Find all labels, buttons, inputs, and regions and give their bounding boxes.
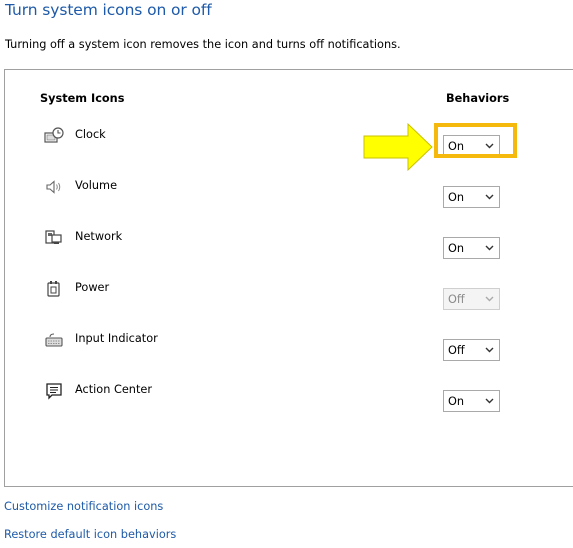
chevron-down-icon bbox=[485, 194, 494, 200]
keyboard-icon bbox=[43, 330, 65, 350]
chevron-down-icon bbox=[485, 245, 494, 251]
row-power: Power Off bbox=[5, 279, 565, 319]
behavior-value-input-indicator: Off bbox=[448, 343, 465, 357]
row-label-power: Power bbox=[75, 281, 110, 294]
row-label-network: Network bbox=[75, 230, 123, 243]
customize-notification-icons-link[interactable]: Customize notification icons bbox=[4, 500, 163, 513]
row-input-indicator: Input Indicator Off bbox=[5, 330, 565, 370]
chevron-down-icon bbox=[485, 296, 494, 302]
row-label-volume: Volume bbox=[75, 179, 118, 192]
system-icons-panel: System Icons Behaviors Clock On Volume O… bbox=[4, 69, 573, 487]
chevron-down-icon bbox=[485, 347, 494, 353]
page-subtitle: Turning off a system icon removes the ic… bbox=[5, 38, 401, 51]
row-label-clock: Clock bbox=[75, 128, 106, 141]
column-header-system-icons: System Icons bbox=[40, 92, 125, 105]
action-center-icon bbox=[43, 381, 65, 401]
behavior-select-network[interactable]: On bbox=[443, 237, 500, 259]
row-label-input-indicator: Input Indicator bbox=[75, 332, 158, 345]
clock-icon bbox=[43, 126, 65, 146]
row-volume: Volume On bbox=[5, 177, 565, 217]
behavior-select-volume[interactable]: On bbox=[443, 186, 500, 208]
behavior-value-power: Off bbox=[448, 292, 465, 306]
power-icon bbox=[43, 279, 65, 299]
behavior-select-input-indicator[interactable]: Off bbox=[443, 339, 500, 361]
behavior-value-action-center: On bbox=[448, 394, 465, 408]
page-title: Turn system icons on or off bbox=[5, 1, 212, 19]
network-icon bbox=[43, 228, 65, 248]
chevron-down-icon bbox=[485, 398, 494, 404]
behavior-value-volume: On bbox=[448, 190, 465, 204]
behavior-select-power: Off bbox=[443, 288, 500, 310]
behavior-value-network: On bbox=[448, 241, 465, 255]
row-label-action-center: Action Center bbox=[75, 383, 152, 396]
volume-icon bbox=[43, 177, 65, 197]
column-header-behaviors: Behaviors bbox=[446, 92, 510, 105]
yellow-arrow-icon bbox=[363, 122, 433, 172]
row-network: Network On bbox=[5, 228, 565, 268]
restore-default-icon-behaviors-link[interactable]: Restore default icon behaviors bbox=[4, 528, 176, 541]
highlight-box bbox=[434, 123, 517, 158]
row-action-center: Action Center On bbox=[5, 381, 565, 421]
behavior-select-action-center[interactable]: On bbox=[443, 390, 500, 412]
